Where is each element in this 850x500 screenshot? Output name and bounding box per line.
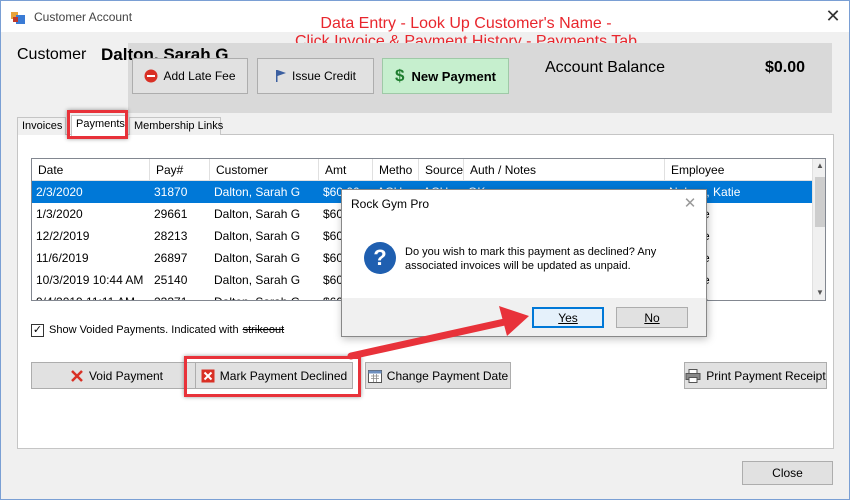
customer-label: Customer <box>17 46 87 63</box>
column-header[interactable]: Date <box>32 159 150 181</box>
tab-membership-links[interactable]: Membership Links <box>129 117 223 135</box>
calendar-icon <box>367 369 382 383</box>
question-icon: ? <box>364 242 396 274</box>
column-header[interactable]: Amt <box>319 159 373 181</box>
scroll-down-icon[interactable]: ▼ <box>813 286 825 300</box>
window-title: Customer Account <box>34 10 133 24</box>
grid-header: Date Pay# Customer Amt Metho Source Auth… <box>32 159 812 181</box>
annotation-arrow <box>347 306 529 360</box>
column-header[interactable]: Pay# <box>150 159 210 181</box>
strikeout-example: strikeout <box>242 324 285 336</box>
scroll-thumb[interactable] <box>815 177 825 227</box>
add-late-fee-label: Add Late Fee <box>163 69 236 83</box>
window-close-icon[interactable]: ✕ <box>819 4 847 28</box>
dialog-close-icon[interactable]: ✕ <box>680 194 700 212</box>
table-cell: 23371 <box>150 291 210 300</box>
table-cell: 11/6/2019 <box>36 251 89 265</box>
payments-tab-highlight <box>67 110 128 139</box>
print-payment-receipt-label: Print Payment Receipt <box>706 368 826 383</box>
column-header[interactable]: Customer <box>210 159 319 181</box>
void-payment-button[interactable]: Void Payment <box>31 362 202 389</box>
new-payment-label: New Payment <box>411 68 496 84</box>
printer-icon <box>685 368 701 383</box>
table-cell: 31870 <box>154 185 188 199</box>
dialog-yes-button[interactable]: Yes <box>532 307 604 328</box>
column-header[interactable]: Auth / Notes <box>464 159 665 181</box>
show-voided-payments-option[interactable]: ✓ Show Voided Payments. Indicated with s… <box>31 323 284 337</box>
show-voided-label: Show Voided Payments. Indicated with <box>49 324 239 336</box>
table-cell: 10/3/2019 10:44 AM <box>36 273 144 287</box>
decline-button-highlight <box>184 356 361 397</box>
table-cell: Dalton, Sarah G <box>214 273 301 287</box>
account-balance-value: $0.00 <box>765 59 806 76</box>
table-cell: Dalton, Sarah G <box>214 207 301 221</box>
dialog-no-label: No <box>644 310 660 325</box>
scroll-up-icon[interactable]: ▲ <box>813 159 825 173</box>
table-cell: 9/4/2019 11:11 AM <box>32 291 150 300</box>
app-icon <box>11 12 25 24</box>
column-header[interactable]: Source <box>419 159 464 181</box>
customer-account-window: Customer Account ✕ Data Entry - Look Up … <box>0 0 850 500</box>
annotation-line-1: Data Entry - Look Up Customer's Name - <box>320 15 612 32</box>
change-payment-date-button[interactable]: Change Payment Date <box>365 362 511 389</box>
table-cell: 28213 <box>154 229 188 243</box>
table-cell: 26897 <box>154 251 188 265</box>
grid-vertical-scrollbar[interactable]: ▲ ▼ <box>812 159 825 300</box>
issue-credit-button[interactable]: Issue Credit <box>257 58 374 94</box>
table-cell: Dalton, Sarah G <box>214 251 301 265</box>
flag-icon <box>275 69 287 83</box>
table-cell: 29661 <box>154 207 188 221</box>
minus-circle-icon <box>144 69 158 83</box>
dialog-message: Do you wish to mark this payment as decl… <box>405 246 657 272</box>
table-cell: Dalton, Sarah G <box>214 229 301 243</box>
dollar-icon: $ <box>394 66 405 85</box>
change-payment-date-label: Change Payment Date <box>386 368 509 383</box>
add-late-fee-button[interactable]: Add Late Fee <box>132 58 248 94</box>
column-header[interactable]: Employee <box>665 159 812 181</box>
column-header[interactable]: Metho <box>373 159 419 181</box>
dialog-yes-label: Yes <box>558 310 578 325</box>
print-payment-receipt-button[interactable]: Print Payment Receipt <box>684 362 827 389</box>
table-cell: Dalton, Sarah G <box>214 185 301 199</box>
tab-invoices[interactable]: Invoices <box>17 117 66 135</box>
void-payment-label: Void Payment <box>88 368 164 383</box>
dialog-title: Rock Gym Pro <box>351 197 430 211</box>
table-cell: Dalton, Sarah G <box>210 291 319 300</box>
table-cell: 1/3/2020 <box>36 207 83 221</box>
dialog-no-button[interactable]: No <box>616 307 688 328</box>
red-x-icon <box>70 369 84 383</box>
table-cell: 2/3/2020 <box>36 185 83 199</box>
show-voided-checkbox[interactable]: ✓ <box>31 323 44 337</box>
table-cell: 25140 <box>154 273 188 287</box>
new-payment-button[interactable]: $ New Payment <box>382 58 509 94</box>
table-cell: 12/2/2019 <box>36 229 90 243</box>
issue-credit-label: Issue Credit <box>291 69 357 83</box>
account-balance-label: Account Balance <box>545 59 666 76</box>
close-button[interactable]: Close <box>742 461 833 485</box>
